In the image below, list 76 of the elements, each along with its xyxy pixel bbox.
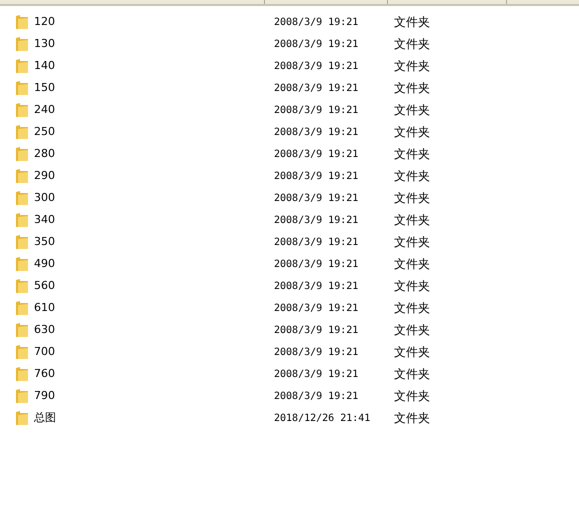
modified-date: 2008/3/9 19:21 xyxy=(274,16,358,28)
modified-date: 2008/3/9 19:21 xyxy=(274,302,358,314)
folder-icon xyxy=(15,278,29,294)
file-name[interactable]: 120 xyxy=(34,14,55,30)
file-name[interactable]: 700 xyxy=(34,344,55,360)
file-type: 文件夹 xyxy=(394,58,430,73)
folder-icon xyxy=(15,124,29,140)
modified-date: 2008/3/9 19:21 xyxy=(274,258,358,270)
file-name[interactable]: 150 xyxy=(34,80,55,96)
file-type: 文件夹 xyxy=(394,300,430,315)
folder-icon xyxy=(15,58,29,74)
file-type: 文件夹 xyxy=(394,256,430,271)
file-type: 文件夹 xyxy=(394,102,430,117)
folder-icon xyxy=(15,234,29,250)
file-type: 文件夹 xyxy=(394,124,430,139)
file-name[interactable]: 280 xyxy=(34,146,55,162)
modified-date: 2008/3/9 19:21 xyxy=(274,390,358,402)
file-type: 文件夹 xyxy=(394,36,430,51)
folder-icon xyxy=(15,410,29,426)
file-name[interactable]: 490 xyxy=(34,256,55,272)
file-type: 文件夹 xyxy=(394,14,430,29)
modified-date: 2008/3/9 19:21 xyxy=(274,60,358,72)
file-name[interactable]: 760 xyxy=(34,366,55,382)
file-type: 文件夹 xyxy=(394,410,430,425)
file-name[interactable]: 560 xyxy=(34,278,55,294)
modified-date: 2008/3/9 19:21 xyxy=(274,324,358,336)
folder-icon xyxy=(15,366,29,382)
modified-date: 2008/3/9 19:21 xyxy=(274,38,358,50)
file-type: 文件夹 xyxy=(394,190,430,205)
folder-icon xyxy=(15,212,29,228)
modified-date: 2008/3/9 19:21 xyxy=(274,82,358,94)
folder-icon xyxy=(15,190,29,206)
modified-date: 2008/3/9 19:21 xyxy=(274,104,358,116)
folder-icon xyxy=(15,300,29,316)
modified-date: 2008/3/9 19:21 xyxy=(274,346,358,358)
file-name[interactable]: 总图 xyxy=(34,410,56,426)
folder-icon xyxy=(15,388,29,404)
file-type: 文件夹 xyxy=(394,366,430,381)
file-name[interactable]: 290 xyxy=(34,168,55,184)
file-type: 文件夹 xyxy=(394,168,430,183)
file-name[interactable]: 790 xyxy=(34,388,55,404)
file-type: 文件夹 xyxy=(394,212,430,227)
modified-date: 2008/3/9 19:21 xyxy=(274,148,358,160)
file-name[interactable]: 240 xyxy=(34,102,55,118)
modified-date: 2008/3/9 19:21 xyxy=(274,214,358,226)
file-name[interactable]: 350 xyxy=(34,234,55,250)
modified-date: 2008/3/9 19:21 xyxy=(274,236,358,248)
file-type: 文件夹 xyxy=(394,234,430,249)
folder-icon xyxy=(15,344,29,360)
folder-icon xyxy=(15,80,29,96)
modified-date: 2008/3/9 19:21 xyxy=(274,170,358,182)
modified-date: 2018/12/26 21:41 xyxy=(274,412,370,424)
file-type: 文件夹 xyxy=(394,146,430,161)
modified-date: 2008/3/9 19:21 xyxy=(274,126,358,138)
modified-date: 2008/3/9 19:21 xyxy=(274,192,358,204)
file-type: 文件夹 xyxy=(394,80,430,95)
file-type: 文件夹 xyxy=(394,278,430,293)
file-type: 文件夹 xyxy=(394,388,430,403)
file-type: 文件夹 xyxy=(394,344,430,359)
folder-icon xyxy=(15,14,29,30)
folder-icon xyxy=(15,36,29,52)
file-name[interactable]: 130 xyxy=(34,36,55,52)
modified-date: 2008/3/9 19:21 xyxy=(274,368,358,380)
folder-icon xyxy=(15,256,29,272)
folder-icon xyxy=(15,146,29,162)
file-type: 文件夹 xyxy=(394,322,430,337)
folder-icon xyxy=(15,102,29,118)
file-name[interactable]: 250 xyxy=(34,124,55,140)
file-name[interactable]: 340 xyxy=(34,212,55,228)
file-name[interactable]: 300 xyxy=(34,190,55,206)
file-name[interactable]: 140 xyxy=(34,58,55,74)
modified-date: 2008/3/9 19:21 xyxy=(274,280,358,292)
folder-icon xyxy=(15,168,29,184)
file-name[interactable]: 630 xyxy=(34,322,55,338)
folder-icon xyxy=(15,322,29,338)
file-name[interactable]: 610 xyxy=(34,300,55,316)
